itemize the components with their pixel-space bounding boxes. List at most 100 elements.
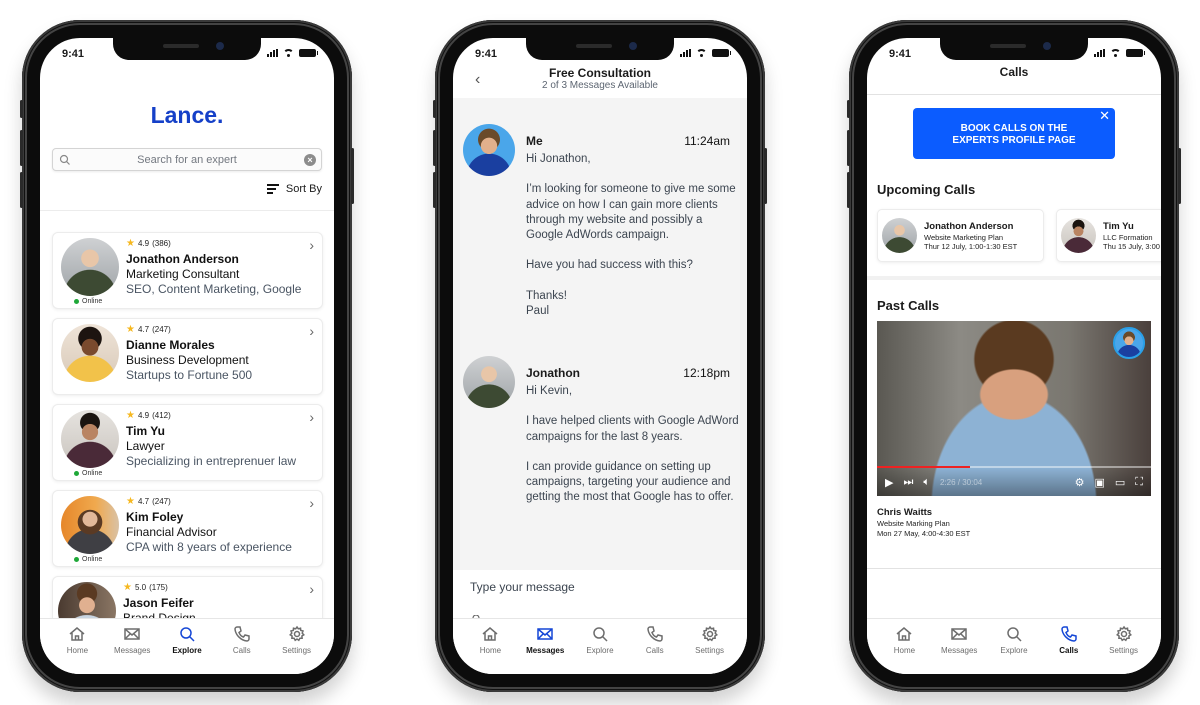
- battery-icon: [299, 49, 318, 57]
- battery-icon: [1126, 49, 1145, 57]
- banner-line-1: BOOK CALLS ON THE: [960, 123, 1068, 134]
- close-icon[interactable]: ✕: [1099, 109, 1110, 122]
- divider: [40, 210, 334, 211]
- envelope-icon: [537, 628, 553, 640]
- avatar: [61, 324, 119, 382]
- past-call-plan: Website Marking Plan: [877, 519, 950, 528]
- tab-messages[interactable]: Messages: [519, 625, 571, 674]
- mute-switch: [433, 100, 436, 118]
- app-logo: Lance.: [150, 102, 224, 128]
- star-icon: ★: [123, 582, 132, 593]
- message-thread: Me 11:24am Hi Jonathon, I’m looking for …: [453, 98, 747, 570]
- message-input[interactable]: Type your message: [470, 580, 575, 594]
- message-time: 11:24am: [684, 134, 730, 148]
- rating: ★ 4.9 (386): [126, 238, 171, 249]
- volume-icon[interactable]: 🔈︎: [923, 476, 930, 489]
- expert-name: Dianne Morales: [126, 338, 215, 352]
- home-icon: [896, 627, 912, 641]
- divider: [867, 94, 1161, 95]
- status-time: 9:41: [475, 48, 498, 60]
- signal-icon: [1094, 49, 1105, 57]
- self-view-thumbnail: [1113, 327, 1145, 359]
- star-icon: ★: [126, 238, 135, 249]
- tab-messages[interactable]: Messages: [933, 625, 985, 674]
- tab-explore[interactable]: Explore: [988, 625, 1040, 674]
- tab-settings[interactable]: Settings: [1098, 625, 1150, 674]
- tab-calls[interactable]: Calls: [216, 625, 268, 674]
- avatar: [463, 124, 515, 176]
- expert-card[interactable]: Online ★ 4.9 (386) Jonathon Anderson Marke…: [52, 232, 323, 309]
- volume-up-button: [847, 130, 850, 166]
- gear-icon: [1115, 625, 1132, 642]
- upcoming-call-card[interactable]: Tim Yu LLC Formation Thu 15 July, 3:00: [1056, 209, 1161, 262]
- skip-next-icon[interactable]: ⏭: [903, 476, 913, 489]
- past-call-date: Mon 27 May, 4:00-4:30 EST: [877, 529, 971, 538]
- sort-by-button[interactable]: Sort By: [266, 183, 322, 195]
- settings-icon[interactable]: ⚙: [1075, 476, 1085, 489]
- tab-calls[interactable]: Calls: [1043, 625, 1095, 674]
- expert-card[interactable]: Online ★ 4.9 (412) Tim Yu Lawyer Specializ…: [52, 404, 323, 481]
- rating: ★ 4.7 (247): [126, 496, 171, 507]
- call-recording-video[interactable]: ▶ ⏭ 🔈︎ 2:26 / 30:04 ⚙ ▣ ▭ ⛶: [877, 321, 1151, 496]
- video-time: 2:26 / 30:04: [939, 477, 983, 487]
- gear-icon: [701, 625, 718, 642]
- phone-calls: 9:41 Calls BOOK CALLS ON THE EXPERTS PRO…: [847, 20, 1181, 692]
- notch: [526, 38, 674, 60]
- search-input[interactable]: Search for an expert ×: [52, 148, 322, 171]
- sender-name: Jonathon: [526, 366, 580, 380]
- power-button: [351, 148, 354, 204]
- tab-home[interactable]: Home: [878, 625, 930, 674]
- wifi-icon: [1110, 49, 1121, 57]
- expert-name: Jonathon Anderson: [126, 252, 239, 266]
- phone-explore: 9:41 Lance. Search for an expert × Sort …: [20, 20, 354, 692]
- status-time: 9:41: [889, 48, 912, 60]
- volume-up-button: [433, 130, 436, 166]
- upcoming-call-card[interactable]: Jonathon Anderson Website Marketing Plan…: [877, 209, 1044, 262]
- gear-icon: [288, 625, 305, 642]
- avatar: [61, 496, 119, 554]
- expert-card[interactable]: Online ★ 4.7 (247) Kim Foley Financial Adv…: [52, 490, 323, 567]
- expert-card[interactable]: ★ 4.7 (247) Dianne Morales Business Develo…: [52, 318, 323, 395]
- star-icon: ★: [126, 324, 135, 335]
- avatar: [61, 238, 119, 296]
- volume-down-button: [20, 172, 23, 208]
- tab-home[interactable]: Home: [51, 625, 103, 674]
- call-plan: LLC Formation: [1103, 233, 1153, 242]
- tab-bar: Home Messages Explore Calls Settings: [40, 618, 334, 674]
- upcoming-calls-heading: Upcoming Calls: [877, 182, 976, 197]
- book-calls-banner[interactable]: BOOK CALLS ON THE EXPERTS PROFILE PAGE ✕: [913, 108, 1115, 159]
- search-placeholder: Search for an expert: [137, 154, 237, 166]
- expert-description: Startups to Fortune 500: [126, 368, 253, 382]
- tab-messages[interactable]: Messages: [106, 625, 158, 674]
- sort-by-label: Sort By: [285, 183, 322, 195]
- screen-calls: 9:41 Calls BOOK CALLS ON THE EXPERTS PRO…: [867, 38, 1161, 674]
- envelope-icon: [951, 628, 967, 640]
- caller-name: Jonathon Anderson: [924, 221, 1014, 232]
- banner-line-2: EXPERTS PROFILE PAGE: [952, 135, 1076, 146]
- tab-explore[interactable]: Explore: [574, 625, 626, 674]
- miniplayer-icon[interactable]: ▣: [1094, 476, 1104, 489]
- conversation-title: Free Consultation: [548, 66, 651, 80]
- expert-title: Marketing Consultant: [126, 267, 240, 281]
- tab-settings[interactable]: Settings: [271, 625, 323, 674]
- message-body: Hi Jonathon, I’m looking for someone to …: [526, 153, 736, 318]
- power-button: [764, 148, 767, 204]
- clear-search-icon[interactable]: ×: [304, 154, 316, 166]
- tab-calls[interactable]: Calls: [629, 625, 681, 674]
- tab-home[interactable]: Home: [464, 625, 516, 674]
- tab-settings[interactable]: Settings: [684, 625, 736, 674]
- avatar: [1061, 218, 1096, 253]
- envelope-icon: [124, 628, 140, 640]
- play-icon[interactable]: ▶: [885, 476, 893, 489]
- rating: ★ 4.9 (412): [126, 410, 171, 421]
- notch: [940, 38, 1088, 60]
- avatar: [463, 356, 515, 408]
- expert-description: CPA with 8 years of experience: [126, 540, 292, 554]
- search-icon: [180, 627, 195, 642]
- fullscreen-icon[interactable]: ⛶: [1135, 476, 1143, 489]
- battery-icon: [712, 49, 731, 57]
- tab-explore[interactable]: Explore: [161, 625, 213, 674]
- theater-mode-icon[interactable]: ▭: [1115, 476, 1125, 489]
- mute-switch: [20, 100, 23, 118]
- message-time: 12:18pm: [683, 366, 730, 380]
